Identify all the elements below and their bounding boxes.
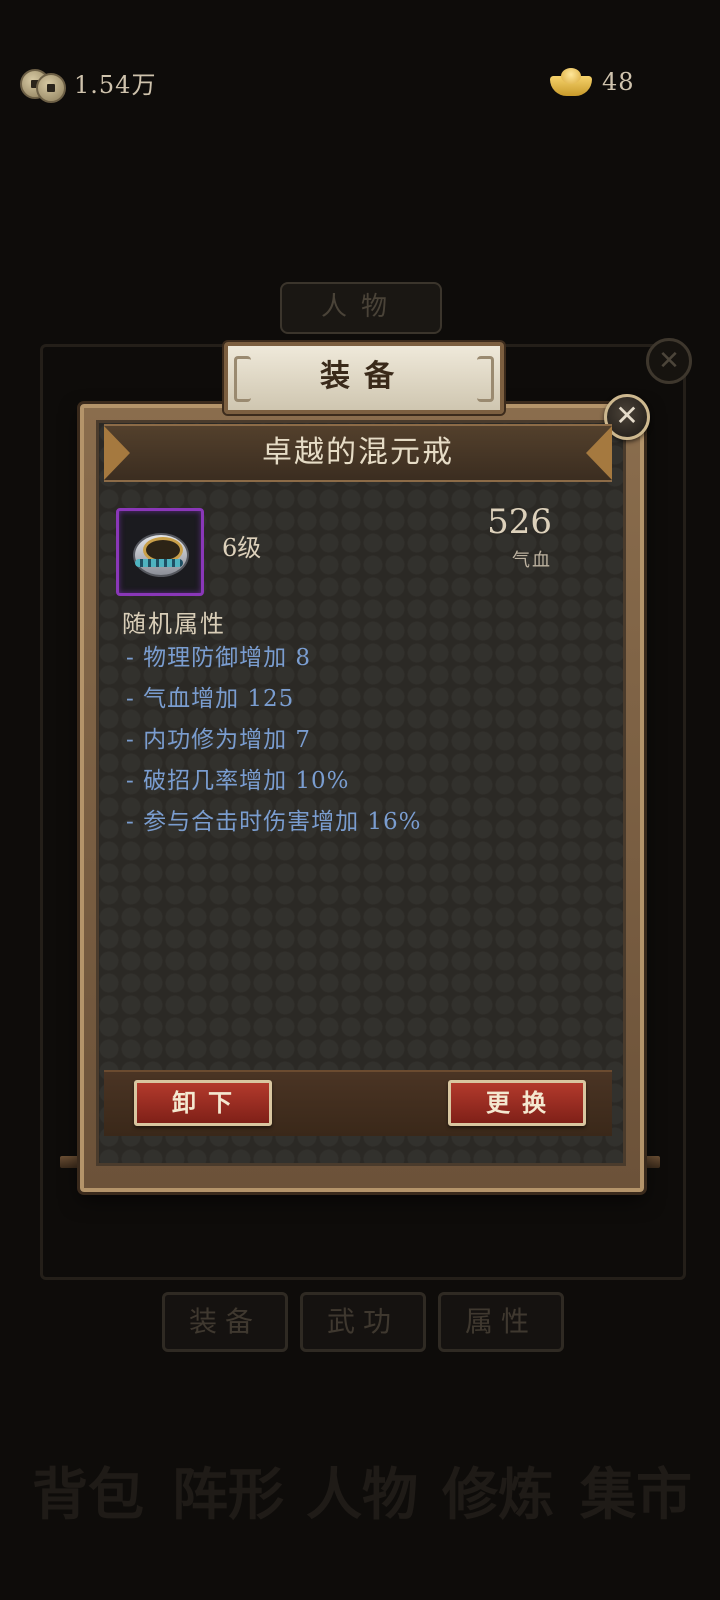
- background-tabs: 装备 武功 属性: [162, 1292, 564, 1352]
- nav-bag: 背包: [32, 1462, 144, 1528]
- item-icon-frame[interactable]: [116, 508, 204, 596]
- background-close-icon: ✕: [646, 338, 692, 384]
- tab-attributes: 属性: [438, 1292, 564, 1352]
- dialog-title: 装备: [224, 342, 504, 414]
- copper-coins-icon: [20, 67, 66, 103]
- item-name: 卓越的混元戒: [104, 424, 612, 482]
- replace-button[interactable]: 更换: [448, 1080, 586, 1126]
- attribute-item: - 参与合击时伤害增加 16%: [126, 809, 422, 835]
- unequip-button[interactable]: 卸下: [134, 1080, 272, 1126]
- attribute-item: - 内功修为增加 7: [126, 727, 312, 753]
- nav-formation: 阵形: [172, 1462, 284, 1528]
- gold-amount: 48: [602, 68, 635, 96]
- random-attributes-list: - 物理防御增加 8 - 气血增加 125 - 内功修为增加 7 - 破招几率增…: [126, 642, 422, 847]
- random-attributes-title: 随机属性: [122, 610, 226, 638]
- bottom-nav: 背包 阵形 人物 修炼 集市: [0, 1450, 720, 1580]
- copper-amount: 1.54万: [74, 70, 157, 99]
- nav-training: 修炼: [442, 1462, 554, 1528]
- attribute-item: - 破招几率增加 10%: [126, 768, 350, 794]
- gold-currency: 48: [550, 64, 635, 100]
- nav-person: 人物: [306, 1462, 418, 1528]
- nav-market: 集市: [580, 1462, 692, 1528]
- main-stat-label: 气血: [512, 550, 552, 571]
- tab-martial-arts: 武功: [300, 1292, 426, 1352]
- attribute-item: - 物理防御增加 8: [126, 645, 312, 671]
- tab-person: 人物: [280, 282, 442, 334]
- attribute-item: - 气血增加 125: [126, 686, 295, 712]
- item-level: 6级: [222, 534, 262, 562]
- gold-ingot-icon: [550, 68, 592, 96]
- main-stat-value: 526: [487, 502, 552, 542]
- copper-currency: 1.54万: [20, 64, 157, 103]
- tab-equipment: 装备: [162, 1292, 288, 1352]
- ring-icon: [129, 525, 189, 579]
